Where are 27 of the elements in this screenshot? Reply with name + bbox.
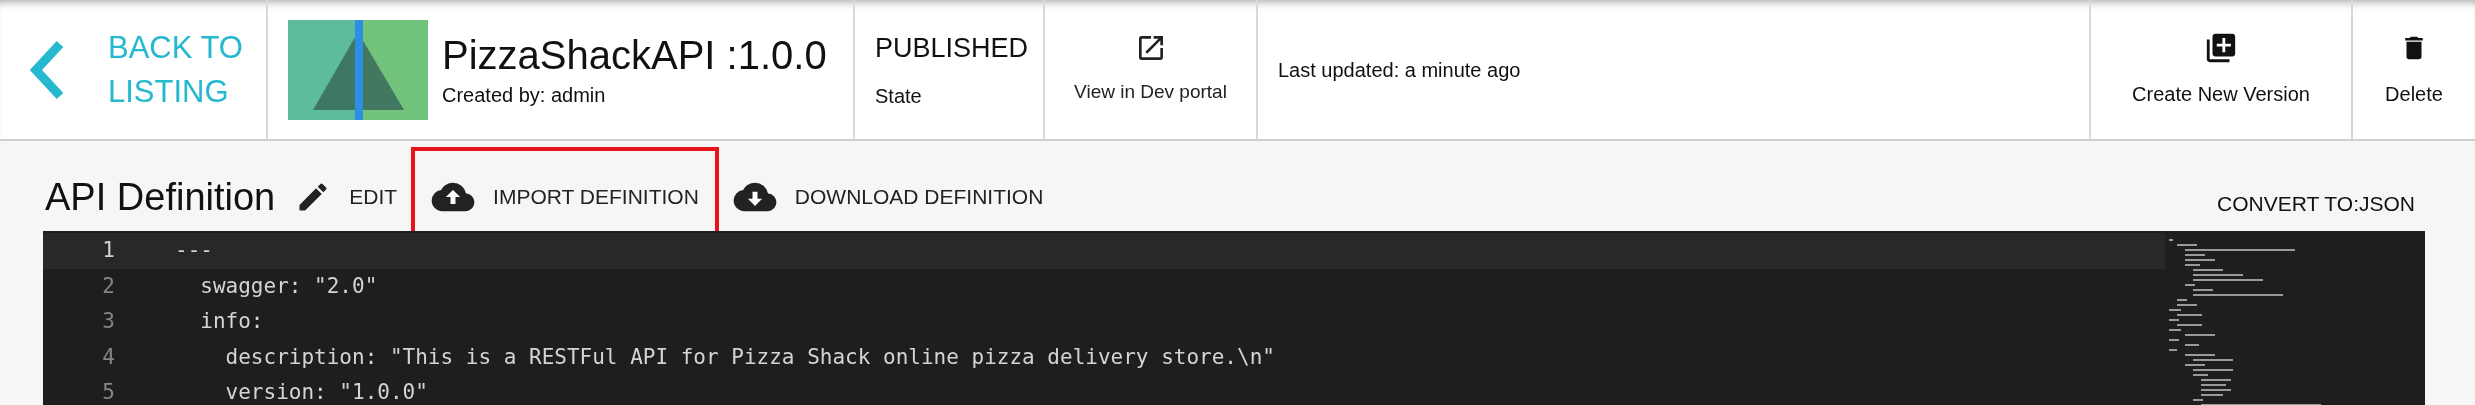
page-title: API Definition [45,175,276,219]
state-label: State [875,83,923,109]
delete-button[interactable]: Delete [2353,0,2475,139]
import-definition-button[interactable]: IMPORT DEFINITION [425,175,705,219]
code-line: description: "This is a RESTFul API for Pizza Shack online pizza delivery store.\n" [224,343,1275,371]
line-number: 5 [101,379,115,405]
code-line: version: "1.0.0" [224,379,428,405]
convert-to-json-link[interactable]: CONVERT TO:JSON [2217,187,2415,219]
code-line: info: [199,308,264,336]
last-updated-text: Last updated: a minute ago [1278,57,1521,83]
view-in-dev-portal-button[interactable]: View in Dev portal [1045,0,1258,139]
line-number: 2 [101,272,115,300]
state-value: PUBLISHED [875,32,1030,66]
cloud-upload-icon [431,181,476,213]
code-line: --- [175,237,213,265]
created-by-text: Created by: admin [442,82,607,108]
line-number: 1 [101,237,115,265]
create-version-button[interactable]: Create New Version [2091,0,2353,139]
chevron-left-icon [30,39,66,100]
code-line: swagger: "2.0" [199,272,378,300]
api-name: PizzaShackAPI :1.0.0 [442,31,827,79]
line-number: 3 [101,308,115,336]
download-definition-button[interactable]: DOWNLOAD DEFINITION [726,175,1050,219]
edit-definition-button[interactable]: EDIT [289,175,404,219]
cloud-download-icon [732,181,777,213]
code-editor[interactable]: 1 --- 2 swagger: "2.0" 3 info: 4 description: "This is a RESTFul API for Pizza Shack online pizza delivery store.\n" 5 version: "1.0.0" [43,231,2425,405]
line-number: 4 [101,343,115,371]
